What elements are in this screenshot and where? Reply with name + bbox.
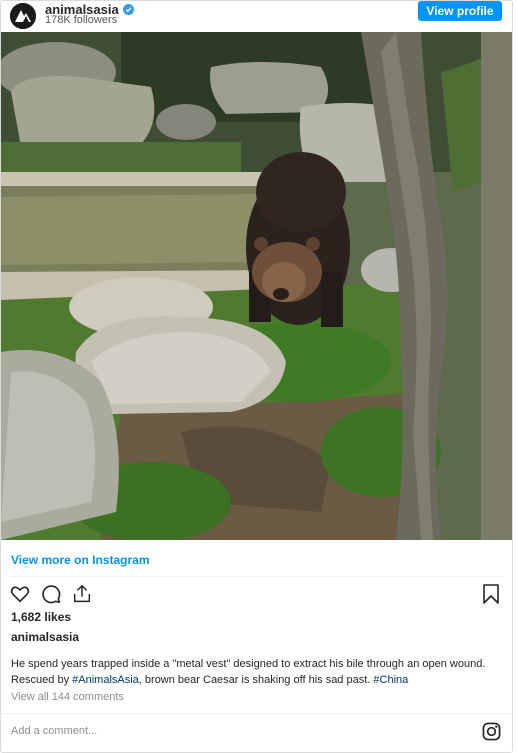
post-media-image[interactable]	[1, 32, 512, 540]
instagram-embed-card: animalsasia 178K followers View profile	[0, 0, 513, 753]
verified-badge-icon	[122, 4, 134, 15]
bookmark-icon[interactable]	[481, 583, 501, 605]
divider	[1, 713, 512, 714]
divider	[11, 576, 502, 577]
caption-username[interactable]: animalsasia	[11, 630, 79, 644]
animalsasia-logo-icon	[10, 3, 36, 29]
instagram-icon[interactable]	[482, 722, 501, 741]
like-count[interactable]: 1,682 likes	[11, 610, 71, 624]
add-comment-input[interactable]: Add a comment...	[11, 725, 97, 737]
heart-icon[interactable]	[9, 583, 31, 605]
hashtag-link[interactable]: #AnimalsAsia	[72, 674, 139, 686]
action-bar	[9, 583, 93, 605]
hashtag-link[interactable]: #China	[373, 674, 408, 686]
post-header: animalsasia 178K followers View profile	[1, 1, 512, 31]
view-more-link[interactable]: View more on Instagram	[11, 553, 150, 567]
comment-icon[interactable]	[40, 583, 62, 605]
view-comments-link[interactable]: View all 144 comments	[11, 691, 124, 703]
view-profile-button[interactable]: View profile	[418, 1, 502, 21]
post-caption: He spend years trapped inside a "metal v…	[11, 656, 506, 688]
follower-count: 178K followers	[45, 14, 118, 26]
caption-text: , brown bear Caesar is shaking off his s…	[138, 674, 374, 686]
avatar[interactable]	[10, 3, 36, 29]
share-icon[interactable]	[71, 583, 93, 605]
